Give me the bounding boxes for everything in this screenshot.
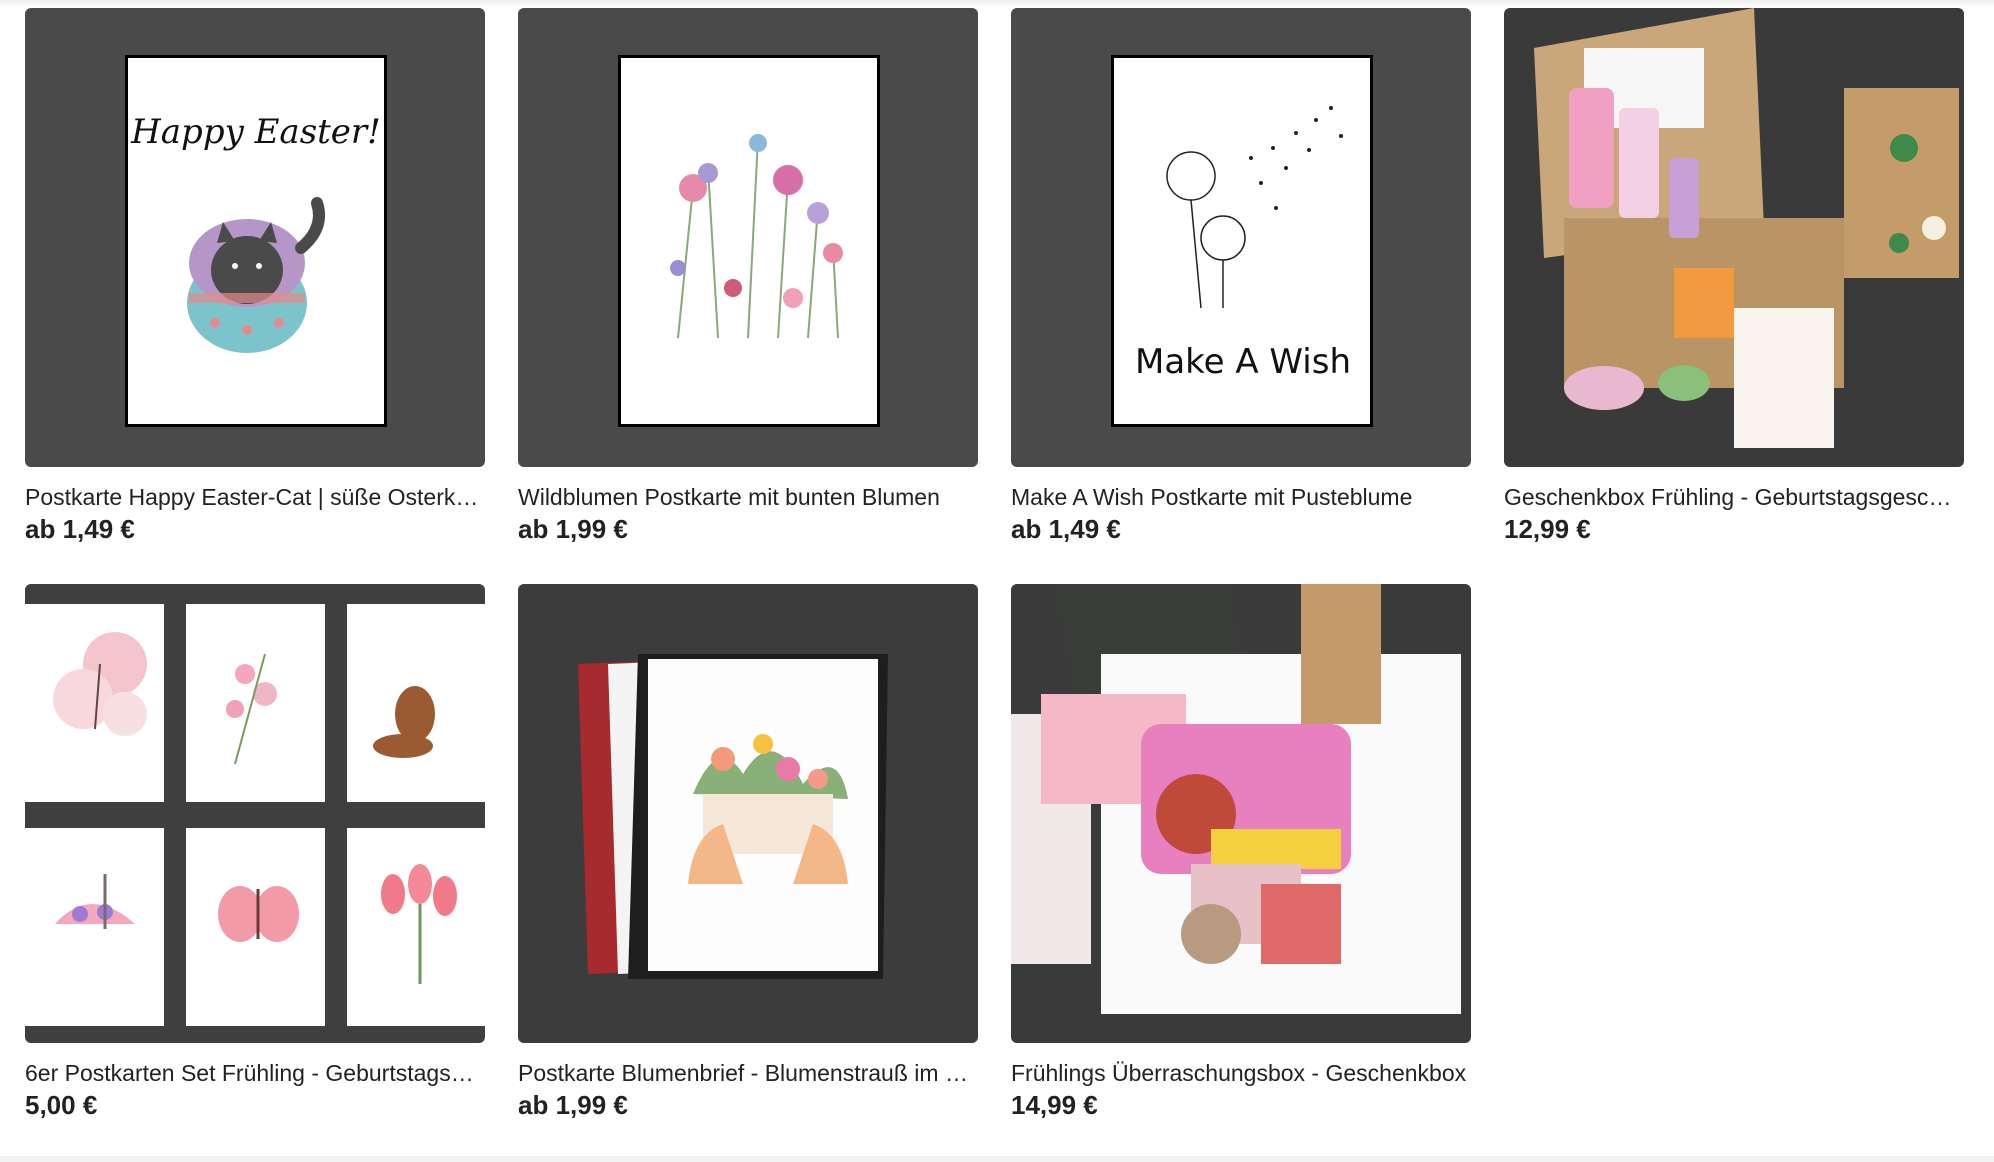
product-image[interactable]: Make A Wish — [1011, 8, 1471, 467]
product-image[interactable] — [518, 8, 978, 467]
product-card-gift-box[interactable]: Geschenkbox Frühling - Geburtstagsgesche… — [1504, 8, 1964, 584]
product-price: 12,99 € — [1504, 514, 1591, 544]
product-price: 5,00 € — [25, 1090, 98, 1120]
product-price: ab 1,49 € — [25, 514, 135, 544]
product-image[interactable] — [1011, 584, 1471, 1043]
product-image[interactable] — [25, 584, 485, 1043]
product-card-make-a-wish[interactable]: Make A Wish Make A Wish Postkarte mit Pu… — [1011, 8, 1471, 584]
product-card-surprise-box[interactable]: Frühlings Überraschungsbox - Geschenkbox… — [1011, 584, 1471, 1160]
product-card-flower-letter[interactable]: Postkarte Blumenbrief - Blumenstrauß im … — [518, 584, 978, 1160]
product-price: ab 1,49 € — [1011, 514, 1121, 544]
product-image[interactable] — [1504, 8, 1964, 467]
product-title[interactable]: Wildblumen Postkarte mit bunten Blumen — [518, 482, 978, 512]
product-image[interactable] — [518, 584, 978, 1043]
product-title[interactable]: Postkarte Blumenbrief - Blumenstrauß im … — [518, 1058, 978, 1088]
product-grid: Happy Easter! Postkarte Happy Easter-Cat… — [25, 8, 1964, 1160]
top-divider — [0, 0, 1994, 8]
product-image[interactable]: Happy Easter! — [25, 8, 485, 467]
product-card-easter-cat[interactable]: Happy Easter! Postkarte Happy Easter-Cat… — [25, 8, 485, 584]
postcard-text: Happy Easter! — [130, 112, 381, 152]
postcard-text: Make A Wish — [1135, 342, 1351, 382]
product-title[interactable]: Frühlings Überraschungsbox - Geschenkbox — [1011, 1058, 1471, 1088]
product-card-postcard-set[interactable]: 6er Postkarten Set Frühling - Geburtstag… — [25, 584, 485, 1160]
product-title[interactable]: Postkarte Happy Easter-Cat | süße Osterk… — [25, 482, 485, 512]
product-price: 14,99 € — [1011, 1090, 1098, 1120]
product-price: ab 1,99 € — [518, 514, 628, 544]
product-title[interactable]: 6er Postkarten Set Frühling - Geburtstag… — [25, 1058, 485, 1088]
bottom-divider — [0, 1156, 1994, 1162]
product-card-wildflowers[interactable]: Wildblumen Postkarte mit bunten Blumen a… — [518, 8, 978, 584]
product-price: ab 1,99 € — [518, 1090, 628, 1120]
product-title[interactable]: Geschenkbox Frühling - Geburtstagsgesche… — [1504, 482, 1964, 512]
product-title[interactable]: Make A Wish Postkarte mit Pusteblume — [1011, 482, 1471, 512]
